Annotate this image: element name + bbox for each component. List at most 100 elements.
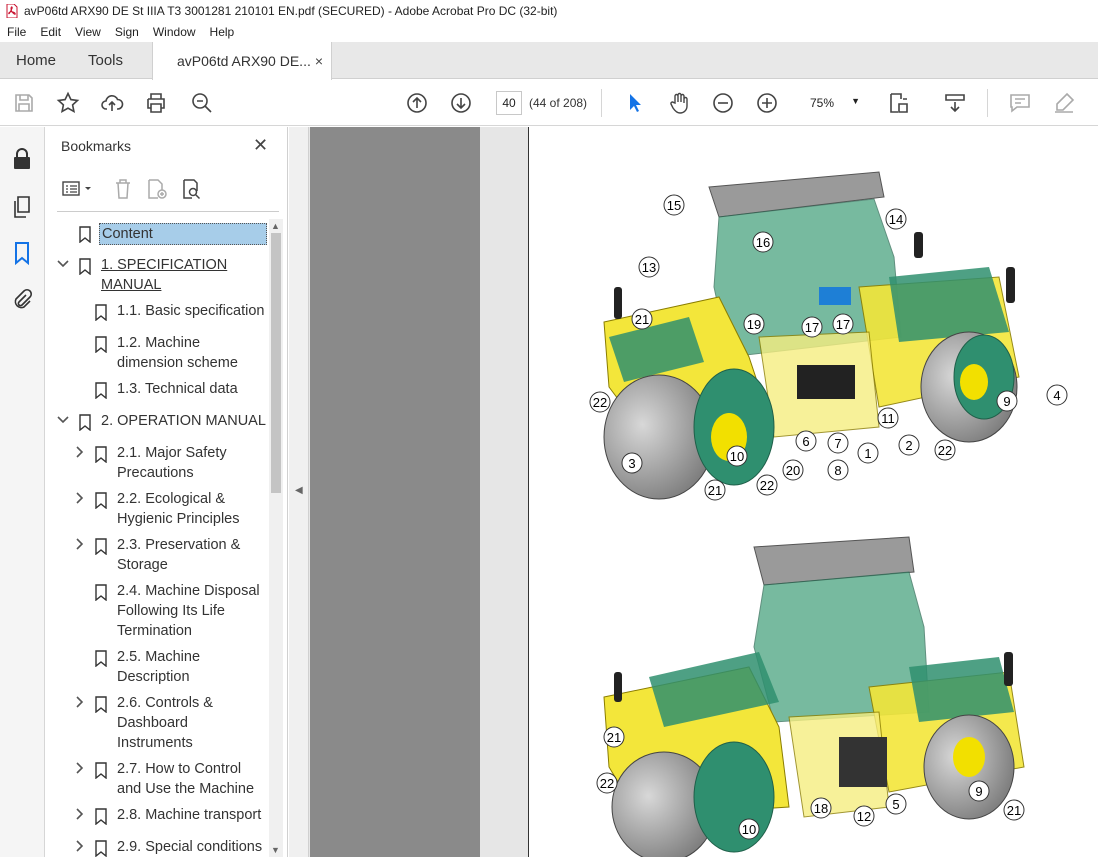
attachment-icon[interactable] <box>11 287 33 311</box>
chevron-right-icon[interactable] <box>73 839 85 853</box>
page-number-input[interactable]: 40 <box>496 91 522 115</box>
bookmark-options-icon[interactable] <box>61 177 97 201</box>
menu-file[interactable]: File <box>0 25 33 39</box>
page-gutter <box>310 127 480 857</box>
tab-home[interactable]: Home <box>16 42 56 79</box>
menu-window[interactable]: Window <box>146 25 203 39</box>
chevron-right-icon[interactable] <box>73 445 85 459</box>
close-tab-icon[interactable]: × <box>315 53 323 69</box>
svg-text:22: 22 <box>938 443 952 458</box>
svg-text:4: 4 <box>1053 388 1060 403</box>
svg-text:17: 17 <box>836 317 850 332</box>
panel-collapse-handle[interactable]: ◀ <box>289 127 309 857</box>
callout: 8 <box>827 459 849 481</box>
svg-text:21: 21 <box>708 483 722 498</box>
lock-icon[interactable] <box>11 147 33 171</box>
menu-view[interactable]: View <box>68 25 108 39</box>
chevron-right-icon[interactable] <box>73 695 85 709</box>
chevron-right-icon[interactable] <box>73 491 85 505</box>
select-cursor-icon[interactable] <box>623 91 647 115</box>
bookmark-label: 2.6. Controls & Dashboard Instruments <box>117 695 213 751</box>
callout: 22 <box>934 439 956 461</box>
save-icon[interactable] <box>12 91 36 115</box>
callout: 1 <box>857 442 879 464</box>
scroll-up-icon[interactable]: ▲ <box>271 221 280 231</box>
callout: 14 <box>885 208 907 230</box>
callout: 21 <box>704 479 726 501</box>
zoom-in-icon[interactable] <box>755 91 779 115</box>
bookmark-icon <box>95 538 107 555</box>
bookmark-label: Content <box>99 223 267 245</box>
callout: 13 <box>638 256 660 278</box>
bookmark-icon <box>79 226 91 243</box>
svg-text:22: 22 <box>593 395 607 410</box>
bookmark-label: 2.7. How to Control and Use the Machine <box>117 761 255 797</box>
chevron-down-icon[interactable] <box>57 413 69 427</box>
bookmark-label: 2.2. Ecological & Hygienic Principles <box>117 491 240 527</box>
callout: 16 <box>752 231 774 253</box>
callout: 7 <box>827 432 849 454</box>
svg-text:12: 12 <box>857 809 871 824</box>
pages-icon[interactable] <box>11 195 33 219</box>
callout: 17 <box>801 316 823 338</box>
next-page-icon[interactable] <box>449 91 473 115</box>
star-icon[interactable] <box>56 91 80 115</box>
print-icon[interactable] <box>144 91 168 115</box>
svg-text:10: 10 <box>730 449 744 464</box>
bookmark-label: 2.3. Preservation & Storage <box>117 537 241 573</box>
bookmark-panel-icon[interactable] <box>11 241 33 266</box>
previous-page-icon[interactable] <box>405 91 429 115</box>
chevron-right-icon[interactable] <box>73 807 85 821</box>
callout: 22 <box>596 772 618 794</box>
chevron-right-icon[interactable] <box>73 537 85 551</box>
svg-text:21: 21 <box>635 312 649 327</box>
bookmark-icon <box>95 446 107 463</box>
callout: 2 <box>898 434 920 456</box>
menu-edit[interactable]: Edit <box>33 25 68 39</box>
zoom-out-icon[interactable] <box>711 91 735 115</box>
close-icon[interactable]: ✕ <box>253 135 268 156</box>
upload-cloud-icon[interactable] <box>100 91 124 115</box>
callout: 22 <box>756 474 778 496</box>
comment-icon[interactable] <box>1008 91 1032 115</box>
tab-document[interactable]: avP06td ARX90 DE... × <box>152 42 332 80</box>
bookmark-icon <box>95 696 107 713</box>
tab-bar: Home Tools avP06td ARX90 DE... × <box>0 42 1098 80</box>
svg-text:15: 15 <box>667 198 681 213</box>
new-bookmark-icon[interactable] <box>145 177 169 201</box>
zoom-level-select[interactable]: 75% ▼ <box>800 91 866 115</box>
bookmark-label: 2.5. Machine Description <box>117 649 201 685</box>
chevron-down-icon[interactable] <box>57 257 69 271</box>
bookmark-label: 2.8. Machine transport <box>117 807 262 823</box>
bookmark-label: 2.1. Major Safety Precautions <box>117 445 227 481</box>
svg-text:9: 9 <box>1003 394 1010 409</box>
zoom-search-icon[interactable] <box>190 91 214 115</box>
scroll-down-icon[interactable]: ▼ <box>271 845 280 855</box>
callout: 10 <box>738 818 760 840</box>
hand-tool-icon[interactable] <box>667 91 691 115</box>
svg-text:11: 11 <box>881 411 895 426</box>
fit-page-icon[interactable] <box>886 91 910 115</box>
callout: 21 <box>1003 799 1025 821</box>
delete-bookmark-icon[interactable] <box>111 177 135 201</box>
bookmarks-scrollbar[interactable]: ▲ ▼ <box>269 219 283 857</box>
svg-text:14: 14 <box>889 212 903 227</box>
svg-text:8: 8 <box>834 463 841 478</box>
svg-text:21: 21 <box>1007 803 1021 818</box>
svg-text:13: 13 <box>642 260 656 275</box>
svg-text:22: 22 <box>760 478 774 493</box>
svg-text:1: 1 <box>864 446 871 461</box>
callout: 12 <box>853 805 875 827</box>
scroll-mode-icon[interactable] <box>943 91 967 115</box>
menu-help[interactable]: Help <box>203 25 242 39</box>
menu-sign[interactable]: Sign <box>108 25 146 39</box>
machine-illustration: 15 14 16 13 21 19 17 17 22 11 9 4 6 7 1 … <box>589 171 1068 857</box>
chevron-right-icon[interactable] <box>73 761 85 775</box>
scrollbar-thumb[interactable] <box>271 233 281 493</box>
find-bookmark-icon[interactable] <box>179 177 203 201</box>
highlight-pen-icon[interactable] <box>1052 91 1076 115</box>
callout: 9 <box>968 780 990 802</box>
callout: 10 <box>726 445 748 467</box>
bookmarks-panel: Bookmarks ✕ Content 1. SPECIFICATION MAN… <box>45 127 288 857</box>
tab-tools[interactable]: Tools <box>88 42 123 79</box>
